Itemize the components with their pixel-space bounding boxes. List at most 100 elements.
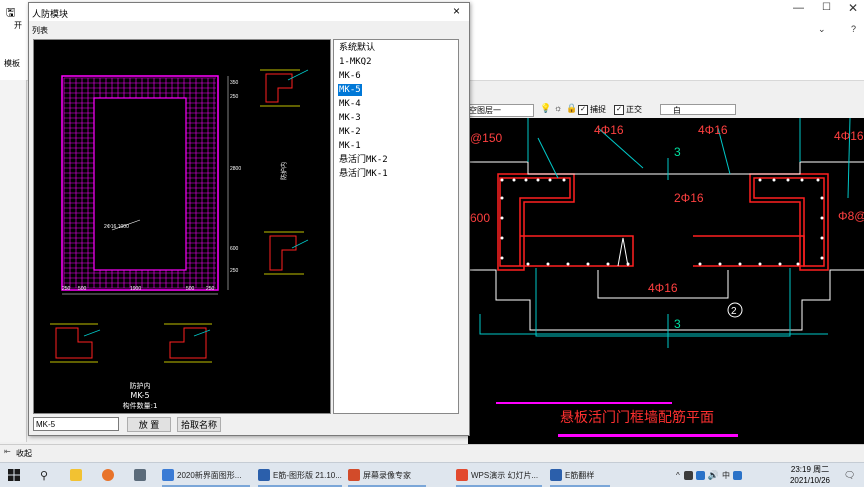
calculator-icon[interactable] <box>134 465 149 485</box>
clock-date: 2021/10/26 <box>789 476 831 485</box>
dim-top-3: 1900 <box>130 286 141 292</box>
list-item[interactable]: 系统默认 <box>338 42 376 54</box>
search-icon[interactable]: ⚲ <box>40 465 48 485</box>
collapse-icon[interactable]: ⇤ <box>4 447 11 456</box>
side-label: 防护内 <box>280 162 288 180</box>
module-name-input[interactable]: MK-5 <box>33 417 119 431</box>
list-item[interactable]: MK-4 <box>338 98 362 110</box>
caption-line-1: 防护内 <box>130 381 151 390</box>
ime-icon[interactable]: 中 <box>722 470 730 481</box>
ortho-checkbox[interactable]: ✓ <box>614 105 624 115</box>
dim-top-2: 500 <box>78 286 87 292</box>
module-list[interactable]: 系统默认 1-MKQ2 MK-6 MK-5 MK-4 MK-3 MK-2 MK-1 悬活门MK-… <box>333 39 459 414</box>
cad-label-5: 4Φ16 <box>648 281 678 295</box>
dim-top-5: 250 <box>206 286 215 292</box>
dim-right-3: 2800 <box>230 166 241 172</box>
list-item[interactable]: MK-1 <box>338 140 362 152</box>
list-item[interactable]: 悬活门MK-2 <box>338 154 389 166</box>
taskbar-app-icon <box>348 469 360 481</box>
sun-icon[interactable]: ☼ <box>554 103 562 113</box>
cad-label-2: 4Φ16 <box>698 123 728 137</box>
clock-time: 23:19 周二 <box>790 465 830 474</box>
taskbar-app-button[interactable]: E筋翻样 <box>550 465 610 487</box>
help-icon[interactable]: ? <box>851 24 856 34</box>
left-panel: 模板 <box>0 59 27 442</box>
cad-label-1: 4Φ16 <box>594 123 624 137</box>
maximize-icon[interactable]: ☐ <box>822 2 831 13</box>
file-explorer-icon[interactable] <box>70 465 85 485</box>
cad-label-11: 2 <box>731 306 737 317</box>
bulb-icon[interactable]: 💡 <box>540 103 551 114</box>
cad-drawing: 4Φ16 4Φ16 4Φ16 2Φ16 4Φ16 @150 600 Φ8@ 3 … <box>468 117 864 437</box>
dim-right-2: 250 <box>230 94 239 100</box>
cad-label-6: @150 <box>470 131 503 145</box>
list-item[interactable]: MK-6 <box>338 70 362 82</box>
windows-icon <box>8 469 20 481</box>
status-bar: ⇤ 收起 <box>0 444 864 463</box>
taskbar-app-label: 屏幕录像专家 <box>363 470 411 480</box>
cad-label-3: 4Φ16 <box>834 129 864 143</box>
taskbar-app-button[interactable]: 2020新界面图形... <box>162 465 250 487</box>
notification-icon[interactable]: 🗨 <box>844 465 855 485</box>
lock-icon[interactable]: 🔒 <box>566 103 577 114</box>
ribbon-tab-start[interactable]: 开 <box>14 20 22 31</box>
taskbar-app-button[interactable]: 屏幕录像专家 <box>348 465 426 487</box>
list-item[interactable]: 悬活门MK-1 <box>338 168 389 180</box>
chevron-up-icon[interactable]: ^ <box>676 471 680 480</box>
tray-network-icon[interactable] <box>695 470 705 480</box>
preview-drawing: 2Φ16,1000 250 500 1900 500 250 350 250 2… <box>50 69 309 410</box>
ortho-label: 正交 <box>626 105 642 114</box>
windows-start-button[interactable] <box>8 465 20 485</box>
cad-canvas[interactable]: 4Φ16 4Φ16 4Φ16 2Φ16 4Φ16 @150 600 Φ8@ 3 … <box>468 117 864 444</box>
dim-top-1: 250 <box>62 286 71 292</box>
layer-select[interactable]: 空图层一 <box>468 104 534 117</box>
taskbar-app-button[interactable]: WPS演示 幻灯片... <box>456 465 542 487</box>
list-item[interactable]: MK-2 <box>338 126 362 138</box>
caption-line-2: MK-5 <box>130 391 149 400</box>
taskbar-app-icon <box>258 469 270 481</box>
status-text[interactable]: 收起 <box>16 448 32 459</box>
system-clock[interactable]: 23:19 周二 2021/10/26 <box>784 464 836 486</box>
color-select[interactable]: 白 <box>660 104 736 115</box>
cad-label-7: 600 <box>470 211 490 225</box>
list-item[interactable]: MK-3 <box>338 112 362 124</box>
module-preview: 2Φ16,1000 250 500 1900 500 250 350 250 2… <box>33 39 331 414</box>
minimize-icon[interactable]: — <box>793 2 804 14</box>
taskbar-app-label: 2020新界面图形... <box>177 470 242 480</box>
cad-label-9: 3 <box>674 145 681 159</box>
dialog-title: 人防模块 <box>32 9 69 19</box>
rebar-note: 2Φ16,1000 <box>104 224 129 230</box>
list-item[interactable]: MK-5 <box>338 84 362 96</box>
dialog-close-button[interactable]: × <box>453 4 460 18</box>
cad-label-10: 3 <box>674 317 681 331</box>
taskbar-app-button[interactable]: E筋-图形版 21.10... <box>258 465 342 487</box>
taskbar: ⚲ 2020新界面图形... E筋-图形版 21.10... 屏幕录像专家 WPS演示… <box>0 462 864 487</box>
taskbar-app-icon <box>456 469 468 481</box>
taskbar-app-label: WPS演示 幻灯片... <box>471 470 539 480</box>
dialog-titlebar[interactable]: 人防模块 × <box>29 3 469 21</box>
left-tab-template[interactable]: 模板 <box>4 58 20 69</box>
place-button[interactable]: 放 置 <box>127 417 171 432</box>
tray-app-icon[interactable] <box>683 470 693 480</box>
dim-right-1: 350 <box>230 80 239 86</box>
taskbar-app-icon <box>550 469 562 481</box>
dim-top-4: 500 <box>186 286 195 292</box>
cad-title: 悬板活门门框墙配筋平面 <box>560 409 714 426</box>
cad-label-4: 2Φ16 <box>674 191 704 205</box>
cad-toolbar: 空图层一 💡 ☼ 🔒 ✓ 捕捉 ✓ 正交 白 <box>468 102 864 119</box>
volume-icon[interactable]: 🔊 <box>708 470 719 481</box>
tray-icons[interactable]: ^ 🔊 中 <box>676 465 745 485</box>
snap-checkbox[interactable]: ✓ <box>578 105 588 115</box>
taskbar-app-icon <box>162 469 174 481</box>
close-icon[interactable]: ✕ <box>848 1 858 15</box>
menu-list[interactable]: 列表 <box>32 25 48 36</box>
dim-right-5: 250 <box>230 268 239 274</box>
list-item[interactable]: 1-MKQ2 <box>338 56 373 68</box>
tray-ime-icon[interactable] <box>732 470 742 480</box>
pick-name-button[interactable]: 拾取名称 <box>177 417 221 432</box>
chevron-down-icon[interactable]: ⌄ <box>818 24 826 35</box>
dim-right-4: 600 <box>230 246 239 252</box>
caption-line-3: 构件数量:1 <box>123 401 158 410</box>
app-icon-1[interactable] <box>102 465 117 485</box>
cad-label-8: Φ8@ <box>838 209 864 223</box>
